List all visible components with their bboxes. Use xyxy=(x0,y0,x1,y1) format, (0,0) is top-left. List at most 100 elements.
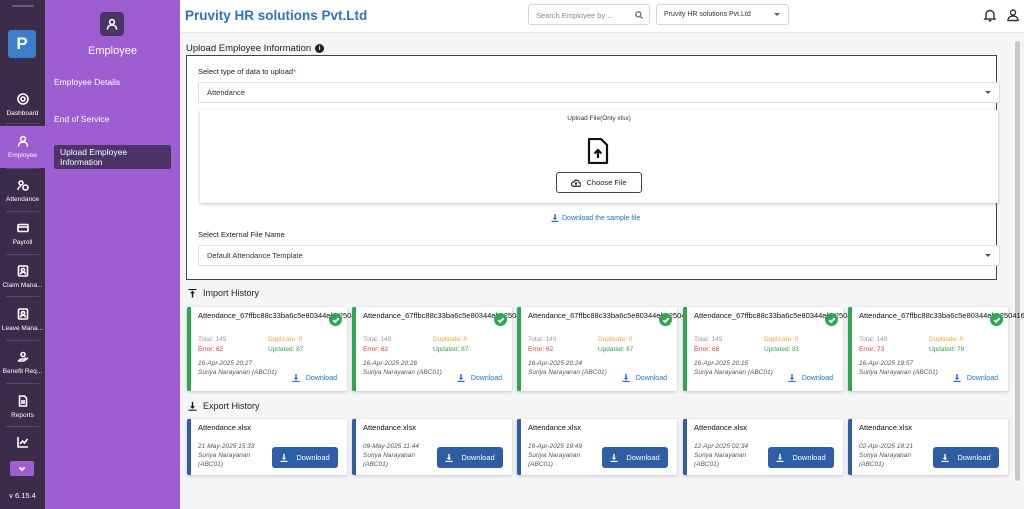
import-download-link[interactable]: Download xyxy=(292,374,337,382)
download-icon xyxy=(610,453,618,462)
import-file-name: Attendance_67ffbc88c33ba6c5e80344eb_2504… xyxy=(859,311,1024,320)
app-logo[interactable]: P xyxy=(8,30,36,58)
page-title: Upload Employee Information xyxy=(186,43,312,54)
import-user: Suriya Narayanan (ABC01) xyxy=(363,369,442,376)
import-error: Error: 62 xyxy=(363,346,389,353)
import-duplicate: Duplicate: 0 xyxy=(268,336,303,343)
employee-search[interactable] xyxy=(528,4,650,25)
export-history-card: Attendance.xlsx 02-Apr-2025 18:21 Suriya N… xyxy=(848,419,1008,475)
export-user: Suriya Narayanan (ABC01) xyxy=(363,452,416,468)
import-total: Total: 149 xyxy=(694,336,723,343)
export-file-name: Attendance.xlsx xyxy=(694,423,747,432)
import-file-name: Attendance_67ffbc88c33ba6c5e80344eb_2504… xyxy=(363,311,561,320)
export-user: Suriya Narayanan (ABC01) xyxy=(528,452,581,468)
file-dropzone[interactable]: Upload File(Only xlsx) Choose File xyxy=(200,110,998,203)
export-download-button[interactable]: Download xyxy=(272,447,338,468)
leave-icon xyxy=(17,308,28,320)
import-download-link[interactable]: Download xyxy=(622,374,667,382)
export-user: Suriya Narayanan (ABC01) xyxy=(198,452,251,468)
import-error: Error: 62 xyxy=(528,346,554,353)
import-total: Total: 149 xyxy=(859,336,888,343)
export-download-button[interactable]: Download xyxy=(768,447,834,468)
data-type-select[interactable]: Attendance xyxy=(198,82,1000,103)
rail-item-employee[interactable]: Employee xyxy=(0,126,45,168)
download-icon xyxy=(188,401,197,411)
import-total: Total: 149 xyxy=(363,336,392,343)
subnav-item-upload-employee-information[interactable]: Upload Employee Information xyxy=(54,145,171,169)
rail-item-claim-management[interactable]: Claim Mana... xyxy=(0,256,45,298)
rail-item-label: Attendance xyxy=(6,196,39,203)
import-user: Suriya Narayanan (ABC01) xyxy=(198,369,277,376)
rail-item-leave-management[interactable]: Leave Mana... xyxy=(0,299,45,341)
download-icon xyxy=(622,374,630,382)
notification-button[interactable] xyxy=(983,8,997,22)
rail-item-attendance[interactable]: Attendance xyxy=(0,170,45,212)
benefit-icon xyxy=(17,351,28,362)
export-download-button[interactable]: Download xyxy=(602,447,668,468)
import-duplicate: Duplicate: 0 xyxy=(598,336,633,343)
import-download-link[interactable]: Download xyxy=(457,374,502,382)
import-download-link[interactable]: Download xyxy=(788,374,833,382)
scrollbar[interactable] xyxy=(1015,41,1020,481)
subnav-item-employee-details[interactable]: Employee Details xyxy=(54,77,171,87)
rail-handle xyxy=(0,0,45,11)
dropzone-title: Upload File(Only xlsx) xyxy=(567,115,631,122)
attendance-icon xyxy=(16,180,29,191)
import-duplicate: Duplicate: 0 xyxy=(929,336,964,343)
export-history-title: Export History xyxy=(188,401,260,411)
import-user: Suriya Narayanan (ABC01) xyxy=(694,369,773,376)
app-version: v 6.15.4 xyxy=(9,491,36,500)
export-history-card: Attendance.xlsx 21-May-2025 15:33 Suriya N… xyxy=(187,419,347,475)
rail-item-dashboard[interactable]: Dashboard xyxy=(0,84,45,126)
export-download-button[interactable]: Download xyxy=(933,447,999,468)
import-updated: Updated: 76 xyxy=(929,346,965,353)
rail-item-analytics[interactable] xyxy=(0,421,45,463)
export-file-name: Attendance.xlsx xyxy=(859,423,912,432)
rail-item-benefit-request[interactable]: Benefit Req... xyxy=(0,342,45,384)
download-sample-link[interactable]: Download the sample file xyxy=(551,214,640,222)
search-input[interactable] xyxy=(529,6,629,25)
rail-item-label: Reports xyxy=(11,412,34,419)
employee-subnav: Employee Employee Details End of Service… xyxy=(45,0,180,509)
export-file-name: Attendance.xlsx xyxy=(528,423,581,432)
success-check-icon xyxy=(494,313,507,326)
info-icon[interactable]: i xyxy=(315,44,325,53)
company-select[interactable]: Pruvity HR solutions Pvt.Ltd xyxy=(656,4,789,25)
upload-section-title: Upload Employee Information i xyxy=(186,43,325,54)
top-header: Pruvity HR solutions Pvt.Ltd Pruvity HR … xyxy=(180,0,1024,33)
user-icon xyxy=(1007,9,1019,22)
expand-menu-button[interactable] xyxy=(10,461,34,476)
external-file-select[interactable]: Default Attendance Template xyxy=(198,245,1000,266)
download-icon xyxy=(292,374,300,382)
profile-button[interactable] xyxy=(1006,8,1020,22)
import-updated: Updated: 87 xyxy=(268,346,304,353)
rail-item-payroll[interactable]: Payroll xyxy=(0,213,45,255)
rail-item-label: Dashboard xyxy=(6,110,39,117)
external-file-value: Default Attendance Template xyxy=(207,251,303,260)
import-date: 16-Apr-2025 20:27 xyxy=(198,360,253,367)
data-type-label: Select type of data to upload* xyxy=(198,67,296,76)
export-date: 21-May-2025 15:33 xyxy=(198,443,255,450)
import-error: Error: 62 xyxy=(198,346,224,353)
file-upload-icon xyxy=(587,138,609,164)
import-duplicate: Duplicate: 0 xyxy=(433,336,468,343)
download-icon xyxy=(776,453,784,462)
import-user: Suriya Narayanan (ABC01) xyxy=(528,369,607,376)
caret-down-icon xyxy=(985,254,991,257)
payroll-icon xyxy=(16,223,29,233)
search-icon xyxy=(635,11,643,19)
export-download-button[interactable]: Download xyxy=(437,447,503,468)
rail-item-label: Employee xyxy=(8,152,37,159)
download-icon xyxy=(788,374,796,382)
external-file-label: Select External File Name xyxy=(198,230,285,239)
import-total: Total: 149 xyxy=(528,336,557,343)
choose-file-button[interactable]: Choose File xyxy=(556,172,642,193)
rail-item-label: Payroll xyxy=(12,239,33,246)
rail-item-label: Benefit Req... xyxy=(2,368,43,375)
import-download-link[interactable]: Download xyxy=(953,374,998,382)
export-user: Suriya Narayanan (ABC01) xyxy=(694,452,747,468)
import-date: 16-Apr-2025 20:26 xyxy=(363,360,418,367)
export-history-card: Attendance.xlsx 16-Apr-2025 19:49 Suriya N… xyxy=(517,419,677,475)
subnav-item-end-of-service[interactable]: End of Service xyxy=(54,114,171,124)
upload-panel: Select type of data to upload* Attendanc… xyxy=(186,55,1000,280)
